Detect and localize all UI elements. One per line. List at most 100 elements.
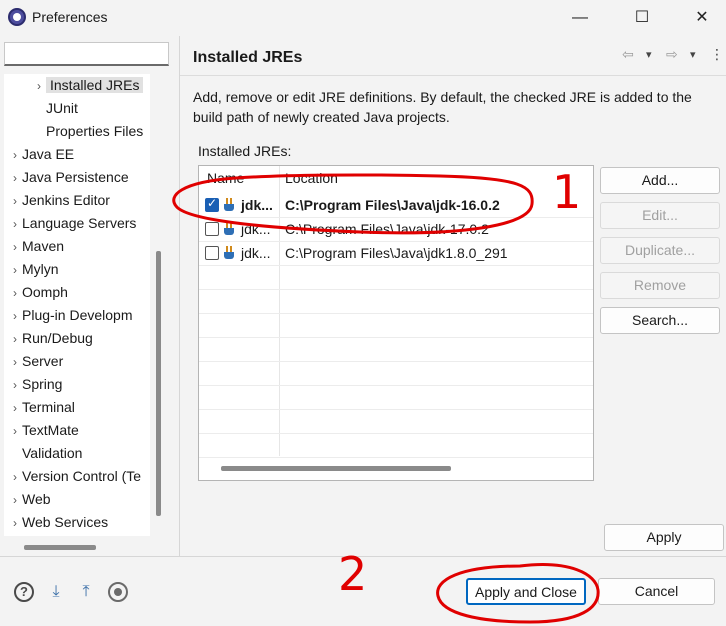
chevron-right-icon[interactable]: › xyxy=(8,305,22,328)
jre-location-cell: C:\Program Files\Java\jdk1.8.0_291 xyxy=(285,245,508,261)
tree-item-label: Plug-in Developm xyxy=(22,307,133,323)
apply-and-close-label: Apply and Close xyxy=(475,584,577,600)
jre-checkbox[interactable] xyxy=(205,222,219,236)
back-arrow-icon[interactable]: ⇦ xyxy=(622,46,634,63)
apply-and-close-button[interactable]: Apply and Close xyxy=(466,578,586,605)
chevron-right-icon[interactable]: › xyxy=(8,512,22,535)
chevron-right-icon[interactable]: › xyxy=(8,351,22,374)
page-description: Add, remove or edit JRE definitions. By … xyxy=(193,89,692,125)
column-header-name[interactable]: Name xyxy=(207,170,244,186)
tree-item-label: Mylyn xyxy=(22,261,59,277)
tree-item-spring[interactable]: › Spring xyxy=(8,373,62,396)
back-menu-chevron-icon[interactable]: ▾ xyxy=(646,48,652,61)
tree-item-label: Run/Debug xyxy=(22,330,93,346)
forward-menu-chevron-icon[interactable]: ▾ xyxy=(690,48,696,61)
tree-item-java-persistence[interactable]: › Java Persistence xyxy=(8,166,129,189)
row-divider xyxy=(199,313,593,314)
tree-item-validation[interactable]: Validation xyxy=(22,442,82,465)
search-button-label: Search... xyxy=(631,312,689,328)
tree-item-terminal[interactable]: › Terminal xyxy=(8,396,75,419)
jre-name-cell: jdk... xyxy=(241,245,271,261)
tree-item-label: JUnit xyxy=(46,100,78,116)
edit-button[interactable]: Edit... xyxy=(600,202,720,229)
view-menu-icon[interactable]: ⋮ xyxy=(710,46,724,63)
chevron-right-icon[interactable]: › xyxy=(32,75,46,98)
tree-item-server[interactable]: › Server xyxy=(8,350,63,373)
jre-table-header: Name Location xyxy=(199,166,593,190)
jre-name-cell: jdk... xyxy=(241,197,273,213)
chevron-right-icon[interactable]: › xyxy=(8,489,22,512)
close-button[interactable]: ✕ xyxy=(682,4,722,32)
tree-item-label: Web Services xyxy=(22,514,109,530)
cancel-button[interactable]: Cancel xyxy=(598,578,715,605)
tree-item-label: TextMate xyxy=(22,422,79,438)
chevron-right-icon[interactable]: › xyxy=(8,259,22,282)
column-header-location[interactable]: Location xyxy=(285,170,338,186)
jre-checkbox[interactable] xyxy=(205,246,219,260)
tree-item-textmate[interactable]: › TextMate xyxy=(8,419,79,442)
tree-item-language-servers[interactable]: › Language Servers xyxy=(8,212,136,235)
edit-button-label: Edit... xyxy=(642,207,678,223)
tree-item-label: Web xyxy=(22,491,51,507)
tree-item-label: Language Servers xyxy=(22,215,137,231)
tree-item-junit[interactable]: JUnit xyxy=(46,97,78,120)
tree-item-oomph[interactable]: › Oomph xyxy=(8,281,68,304)
tree-item-version-control[interactable]: › Version Control (Te xyxy=(8,465,141,488)
add-button[interactable]: Add... xyxy=(600,167,720,194)
export-icon[interactable]: ⤒ xyxy=(76,582,96,602)
jre-library-icon xyxy=(223,222,237,236)
add-button-label: Add... xyxy=(641,172,679,188)
chevron-right-icon[interactable]: › xyxy=(8,144,22,167)
chevron-right-icon[interactable]: › xyxy=(8,374,22,397)
preferences-tree: › Installed JREs JUnit Properties Files ›… xyxy=(4,74,150,536)
chevron-right-icon[interactable]: › xyxy=(8,397,22,420)
tree-item-web-services[interactable]: › Web Services xyxy=(8,511,108,534)
tree-item-web[interactable]: › Web xyxy=(8,488,51,511)
row-divider xyxy=(199,337,593,338)
tree-item-label: Jenkins Editor xyxy=(22,192,110,208)
duplicate-button[interactable]: Duplicate... xyxy=(600,237,720,264)
chevron-right-icon[interactable]: › xyxy=(8,190,22,213)
chevron-right-icon[interactable]: › xyxy=(8,466,22,489)
table-row[interactable]: jdk... C:\Program Files\Java\jdk-16.0.2 xyxy=(199,193,593,217)
table-row[interactable]: jdk... C:\Program Files\Java\jdk1.8.0_29… xyxy=(199,241,593,265)
tree-horizontal-scrollbar[interactable] xyxy=(24,545,96,550)
tree-vertical-scrollbar[interactable] xyxy=(156,251,161,516)
forward-arrow-icon[interactable]: ⇨ xyxy=(666,46,678,63)
table-horizontal-scrollbar[interactable] xyxy=(221,466,451,471)
page-header: Installed JREs ⇦ ▾ ⇨ ▾ ⋮ xyxy=(180,36,726,76)
tree-item-installed-jres[interactable]: › Installed JREs xyxy=(32,74,144,98)
search-button[interactable]: Search... xyxy=(600,307,720,334)
tree-item-mylyn[interactable]: › Mylyn xyxy=(8,258,59,281)
row-divider xyxy=(199,457,593,458)
tree-item-java-ee[interactable]: › Java EE xyxy=(8,143,74,166)
tree-item-label: Spring xyxy=(22,376,63,392)
help-icon[interactable]: ? xyxy=(14,582,34,602)
import-icon[interactable]: ⤓ xyxy=(46,582,66,602)
table-row[interactable]: jdk... C:\Program Files\Java\jdk-17.0.2 xyxy=(199,217,593,241)
tree-item-maven[interactable]: › Maven xyxy=(8,235,64,258)
filter-input[interactable] xyxy=(4,42,169,66)
chevron-right-icon[interactable]: › xyxy=(8,236,22,259)
record-macro-icon[interactable] xyxy=(108,582,128,602)
page-title: Installed JREs xyxy=(193,49,303,66)
chevron-right-icon[interactable]: › xyxy=(8,213,22,236)
jre-checkbox[interactable] xyxy=(205,196,219,212)
chevron-right-icon[interactable]: › xyxy=(8,328,22,351)
tree-item-run-debug[interactable]: › Run/Debug xyxy=(8,327,93,350)
apply-button[interactable]: Apply xyxy=(604,524,724,551)
chevron-right-icon[interactable]: › xyxy=(8,167,22,190)
tree-item-properties-files[interactable]: Properties Files xyxy=(46,120,143,143)
tree-item-jenkins-editor[interactable]: › Jenkins Editor xyxy=(8,189,110,212)
tree-item-label: Server xyxy=(22,353,64,369)
maximize-button[interactable]: ☐ xyxy=(622,4,662,32)
remove-button[interactable]: Remove xyxy=(600,272,720,299)
tree-item-label: Validation xyxy=(22,445,83,461)
jre-name-cell: jdk... xyxy=(241,221,271,237)
jre-location-cell: C:\Program Files\Java\jdk-17.0.2 xyxy=(285,221,489,237)
chevron-right-icon[interactable]: › xyxy=(8,282,22,305)
tree-item-label: Version Control (Te xyxy=(22,468,142,484)
chevron-right-icon[interactable]: › xyxy=(8,420,22,443)
minimize-button[interactable]: — xyxy=(560,4,600,32)
tree-item-plug-in-development[interactable]: › Plug-in Developm xyxy=(8,304,133,327)
